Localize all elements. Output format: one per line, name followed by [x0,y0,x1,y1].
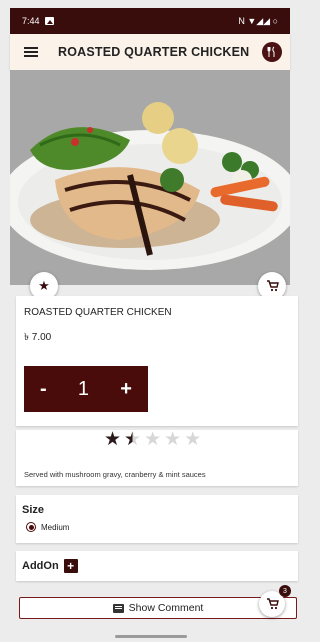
food-image [10,70,290,285]
increase-button[interactable]: + [120,378,132,401]
cutlery-glyph [267,46,275,57]
add-addon-button[interactable]: + [63,559,78,573]
rating-star-icon[interactable]: ★ [144,430,161,449]
rating-stars[interactable]: ★ ★ ★ ★ ★ [104,430,201,449]
quantity-stepper: - 1 + [24,366,148,412]
app-bar: ROASTED QUARTER CHICKEN [10,34,290,70]
show-comment-label: Show Comment [128,602,204,614]
product-description: Served with mushroom gravy, cranberry & … [24,470,206,479]
status-bar: 7:44 N ▼◢◢ ○ [10,8,290,34]
size-option-medium[interactable]: Medium [26,522,69,532]
size-card [16,495,298,543]
cart-count-badge: 3 [279,585,291,597]
radio-selected-icon [26,522,36,532]
decrease-button[interactable]: - [40,378,47,401]
quantity-value: 1 [77,377,90,400]
page-title: ROASTED QUARTER CHICKEN [58,45,250,59]
product-name: ROASTED QUARTER CHICKEN [24,307,172,318]
product-price: ৳ 7.00 [24,332,52,343]
show-comment-button[interactable]: Show Comment [19,597,297,619]
hamburger-icon[interactable] [24,47,38,57]
home-indicator[interactable] [115,635,187,638]
rating-star-icon[interactable]: ★ [124,430,141,449]
cart-icon [266,280,279,292]
rating-star-icon[interactable]: ★ [184,430,201,449]
food-illustration [10,70,290,285]
rating-star-icon[interactable]: ★ [164,430,181,449]
addon-row: AddOn + [22,559,78,573]
star-icon: ★ [38,278,50,293]
status-icons: N ▼◢◢ ○ [238,15,278,26]
addon-label: AddOn [22,560,59,572]
size-option-label: Medium [41,522,70,532]
comment-icon [112,603,124,613]
cutlery-icon[interactable] [262,42,282,62]
gallery-icon [44,17,54,25]
cart-icon [266,598,279,610]
size-label: Size [22,504,45,516]
status-time: 7:44 [22,16,40,26]
rating-star-icon[interactable]: ★ [104,430,121,449]
